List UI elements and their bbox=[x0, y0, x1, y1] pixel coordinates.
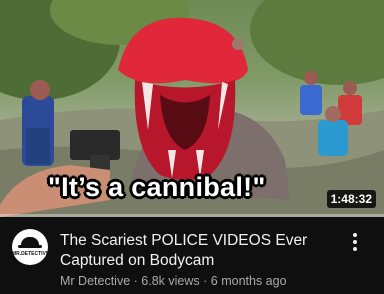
separator: · bbox=[203, 274, 208, 288]
view-count: 6.8k views bbox=[141, 274, 200, 288]
avatar-logo-text: MR.DETECTIVE bbox=[12, 251, 48, 257]
thumbnail-caption: "It’s a cannibal!" bbox=[48, 172, 266, 202]
video-metadata: Mr Detective · 6.8k views · 6 months ago bbox=[60, 274, 287, 288]
video-thumbnail[interactable]: "It’s a cannibal!" 1:48:32 bbox=[0, 0, 384, 217]
dot bbox=[353, 233, 357, 237]
channel-name[interactable]: Mr Detective bbox=[60, 274, 130, 288]
more-vert-icon[interactable] bbox=[346, 231, 364, 253]
video-title[interactable]: The Scariest POLICE VIDEOS Ever Captured… bbox=[60, 231, 340, 271]
duration-badge: 1:48:32 bbox=[326, 190, 376, 208]
hat-brim bbox=[18, 245, 42, 248]
dot bbox=[353, 247, 357, 251]
video-details: MR.DETECTIVE The Scariest POLICE VIDEOS … bbox=[0, 217, 384, 294]
upload-age: 6 months ago bbox=[210, 274, 287, 288]
dot bbox=[353, 240, 357, 244]
channel-avatar[interactable]: MR.DETECTIVE bbox=[12, 229, 48, 265]
